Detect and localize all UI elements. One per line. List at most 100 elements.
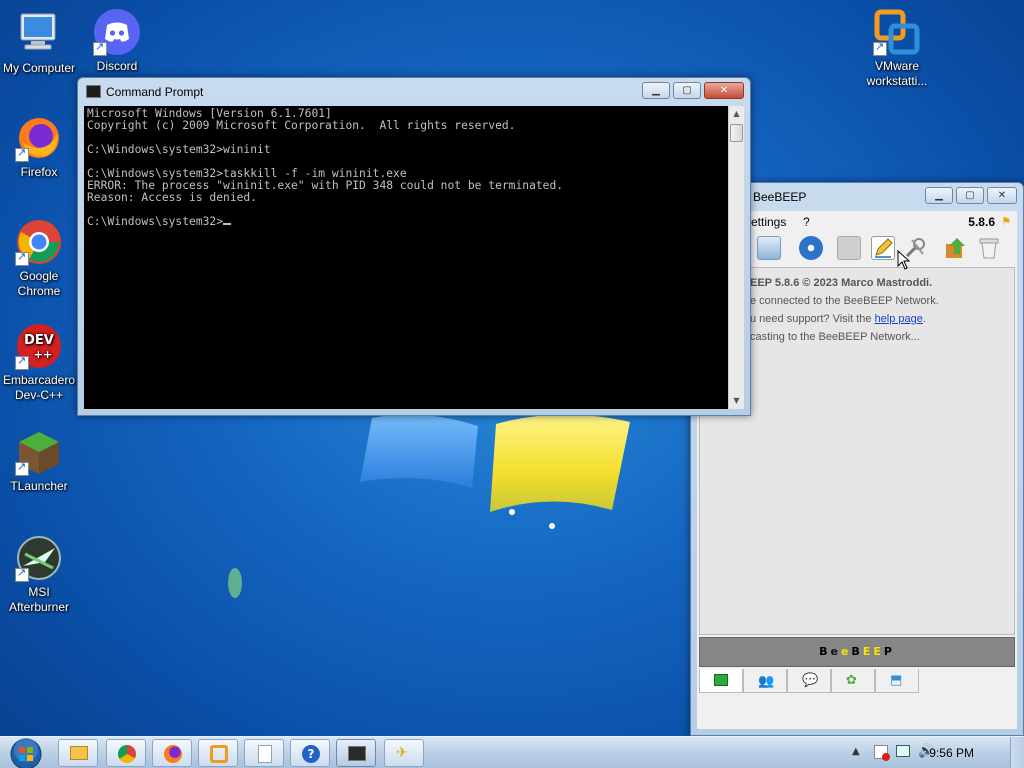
vmware-icon — [210, 745, 228, 763]
shortcut-arrow-icon — [15, 146, 29, 162]
taskbar-firefox-button[interactable] — [152, 739, 192, 767]
scroll-thumb[interactable] — [730, 124, 743, 142]
wallpaper-sparkle — [228, 568, 242, 598]
taskbar-beebeep-button[interactable]: ✈ — [384, 739, 424, 767]
system-tray: ▲ 🔊 9:56 PM — [834, 737, 1024, 768]
vmware-icon — [873, 8, 921, 56]
windows-flag-icon: ⚑ — [1001, 215, 1011, 228]
console-line: Reason: Access is denied. — [87, 191, 258, 204]
version-label: 5.8.6 — [968, 215, 995, 229]
vertical-scrollbar[interactable]: ▲ ▼ — [728, 106, 744, 409]
shortcut-arrow-icon — [15, 566, 29, 582]
taskbar-vmware-button[interactable] — [198, 739, 238, 767]
cmd-titlebar[interactable]: Command Prompt ▁ ▢ ✕ — [78, 78, 750, 106]
caption-buttons: ▁ ▢ ✕ — [922, 187, 1017, 204]
taskbar-cmd-button[interactable] — [336, 739, 376, 767]
menu-help[interactable]: ? — [803, 215, 810, 229]
cmd-icon — [348, 746, 366, 761]
show-hidden-icons-icon[interactable]: ▲ — [852, 746, 860, 757]
log-text: . — [922, 313, 926, 325]
desktop-icon-discord[interactable]: Discord — [78, 8, 156, 74]
close-button[interactable]: ✕ — [987, 187, 1017, 204]
profile-card-icon[interactable] — [757, 236, 781, 260]
taskbar-explorer-button[interactable] — [58, 739, 98, 767]
desktop-icon-firefox[interactable]: Firefox — [0, 114, 78, 180]
minimize-button[interactable]: ▁ — [642, 82, 670, 99]
desktop-icon-dev-cpp[interactable]: DEV++ Embarcadero Dev-C++ — [0, 322, 78, 403]
svg-text:++: ++ — [34, 348, 52, 361]
beebeep-banner: BeeBEEP — [699, 637, 1015, 667]
console-line: C:\Windows\system32>wininit — [87, 143, 271, 156]
shortcut-arrow-icon — [93, 40, 107, 56]
desktop-icon-vmware[interactable]: VMware workstatti... — [858, 8, 936, 89]
scroll-up-arrow-icon[interactable]: ▲ — [729, 106, 744, 122]
maximize-button[interactable]: ▢ — [673, 82, 701, 99]
window-title: Command Prompt — [106, 85, 204, 99]
scroll-down-arrow-icon[interactable]: ▼ — [729, 393, 744, 409]
broadcast-icon[interactable] — [799, 236, 823, 260]
banner-letter: E — [873, 645, 884, 658]
action-center-icon[interactable] — [874, 745, 890, 761]
console-line: Copyright (c) 2009 Microsoft Corporation… — [87, 119, 516, 132]
tab-home[interactable] — [699, 669, 743, 693]
notepad-icon — [258, 745, 272, 763]
tab-chats[interactable]: 💬 — [787, 669, 831, 693]
desktop-icon-label: Google Chrome — [17, 269, 61, 298]
folder-lock-icon[interactable] — [837, 236, 861, 260]
taskbar-help-button[interactable]: ? — [290, 739, 330, 767]
chat-icon: 💬 — [802, 673, 819, 688]
network-tray-icon[interactable] — [896, 745, 910, 757]
desktop-icon-tlauncher[interactable]: TLauncher — [0, 428, 78, 494]
desktop-icon-google-chrome[interactable]: Google Chrome — [0, 218, 78, 299]
taskbar-chrome-button[interactable] — [106, 739, 146, 767]
banner-letter: e — [840, 645, 852, 658]
home-icon — [714, 674, 728, 686]
banner-letter: P — [883, 645, 895, 658]
desktop-icon-label: MSI Afterburner — [8, 585, 70, 614]
help-page-link[interactable]: help page — [875, 313, 923, 325]
tab-groups[interactable]: ✿ — [831, 669, 875, 693]
console-prompt-line: C:\Windows\system32> — [87, 216, 725, 228]
show-desktop-button[interactable] — [1010, 737, 1024, 768]
bee-icon: ✈ — [396, 745, 408, 761]
computer-icon — [15, 10, 63, 58]
update-icon[interactable] — [943, 236, 967, 260]
desktop-icon-label: Embarcadero Dev-C++ — [2, 373, 76, 402]
banner-letter: B — [819, 645, 831, 658]
clock[interactable]: 9:56 PM — [929, 746, 974, 760]
desktop-icon-label: Discord — [96, 59, 138, 73]
start-button[interactable] — [8, 738, 46, 768]
log-text: u need support? Visit the — [750, 313, 875, 325]
shortcut-arrow-icon — [873, 40, 887, 56]
edit-pencil-icon[interactable] — [871, 236, 895, 260]
text-cursor — [223, 223, 232, 225]
taskbar: ? ✈ ▲ 🔊 9:56 PM — [0, 736, 1024, 768]
firefox-icon — [15, 114, 63, 162]
tab-network[interactable]: ⬒ — [875, 669, 919, 693]
close-button[interactable]: ✕ — [704, 82, 744, 99]
desktop-icon-label: My Computer — [2, 61, 76, 75]
taskbar-notepad-button[interactable] — [244, 739, 284, 767]
console-output[interactable]: Microsoft Windows [Version 6.1.7601] Copy… — [84, 106, 728, 409]
tab-users[interactable]: 👥 — [743, 669, 787, 693]
network-icon: ⬒ — [890, 673, 903, 688]
shortcut-arrow-icon — [15, 460, 29, 476]
discord-icon — [93, 8, 141, 56]
cmd-app-icon — [86, 85, 101, 98]
desktop-icon-my-computer[interactable]: My Computer — [0, 10, 78, 76]
minimize-button[interactable]: ▁ — [925, 187, 953, 204]
command-prompt-window[interactable]: Command Prompt ▁ ▢ ✕ Microsoft Windows [… — [77, 77, 751, 416]
console-prompt: C:\Windows\system32> — [87, 215, 224, 228]
svg-text:DEV: DEV — [24, 333, 54, 348]
caption-buttons: ▁ ▢ ✕ — [639, 82, 744, 99]
desktop-icon-msi-afterburner[interactable]: MSI Afterburner — [0, 534, 78, 615]
banner-letter: E — [862, 645, 874, 658]
maximize-button[interactable]: ▢ — [956, 187, 984, 204]
menu-settings[interactable]: ettings — [751, 215, 786, 229]
trash-icon[interactable] — [977, 236, 1001, 260]
help-icon: ? — [302, 745, 320, 763]
users-icon: 👥 — [758, 674, 775, 689]
beebeep-tab-bar: 👥 💬 ✿ ⬒ — [699, 669, 919, 693]
dev-cpp-icon: DEV ++ — [15, 322, 63, 370]
shortcut-arrow-icon — [15, 250, 29, 266]
